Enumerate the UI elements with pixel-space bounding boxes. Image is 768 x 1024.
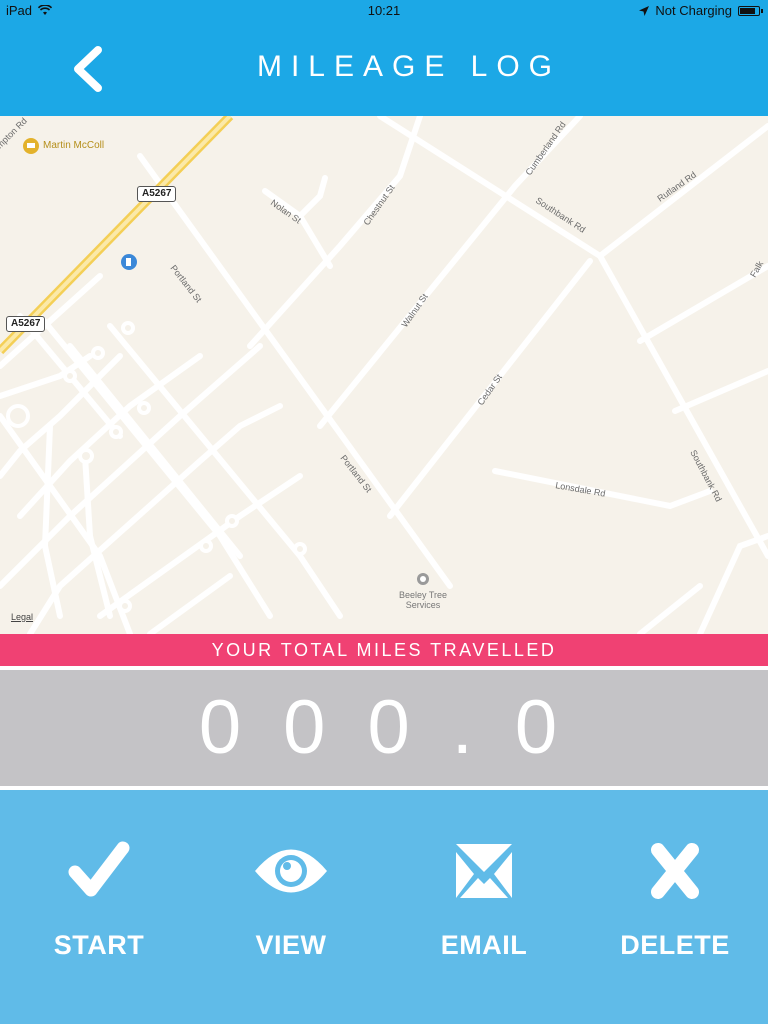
road-label: Walnut St <box>399 291 430 329</box>
status-right: Not Charging <box>639 3 763 18</box>
legal-link[interactable]: Legal <box>11 612 33 622</box>
checkmark-icon <box>68 841 130 897</box>
road-shield: A5267 <box>137 186 177 202</box>
odometer-value: 000.0 <box>198 685 600 770</box>
map-canvas: mpton Rd Nolan St Chestnut St Cumberland… <box>0 116 768 634</box>
envelope-icon <box>456 844 512 898</box>
charging-status: Not Charging <box>655 3 732 18</box>
delete-button[interactable]: DELETE <box>595 790 755 1024</box>
nav-bar: MILEAGE LOG <box>0 22 768 116</box>
close-icon <box>651 843 699 899</box>
view-button[interactable]: VIEW <box>211 790 371 1024</box>
delete-label: DELETE <box>620 930 730 960</box>
road-label: Portland St <box>168 263 204 305</box>
road-shield: A5267 <box>6 316 46 332</box>
email-label: EMAIL <box>440 930 528 960</box>
battery-icon <box>738 5 763 16</box>
road-label: Chestnut St <box>361 182 396 227</box>
status-bar: iPad 10:21 Not Charging <box>0 0 768 22</box>
start-label: START <box>53 930 145 960</box>
road-label: Cumberland Rd <box>523 120 567 177</box>
poi-label-services[interactable]: Beeley Tree Services <box>388 590 458 610</box>
services-poi-icon <box>417 573 429 585</box>
odometer-panel: 000.0 <box>0 670 768 786</box>
start-button[interactable]: START <box>19 790 179 1024</box>
total-miles-banner: YOUR TOTAL MILES TRAVELLED <box>0 634 768 666</box>
road-label: Lonsdale Rd <box>555 480 607 499</box>
page-title: MILEAGE LOG <box>256 50 562 83</box>
location-arrow-icon <box>639 5 650 16</box>
view-label: VIEW <box>255 930 327 960</box>
eye-icon <box>255 849 327 893</box>
fuel-poi-icon <box>121 254 137 270</box>
email-button[interactable]: EMAIL <box>404 790 564 1024</box>
map-view[interactable]: mpton Rd Nolan St Chestnut St Cumberland… <box>0 116 768 634</box>
road-label: Cedar St <box>475 372 504 407</box>
poi-label-line: Beeley Tree <box>398 590 448 600</box>
shop-poi-icon <box>23 138 39 154</box>
poi-label-line: Services <box>405 600 441 610</box>
action-bar: START VIEW EMAIL DELETE <box>0 790 768 1024</box>
poi-label-shop[interactable]: Martin McColl <box>43 140 104 151</box>
